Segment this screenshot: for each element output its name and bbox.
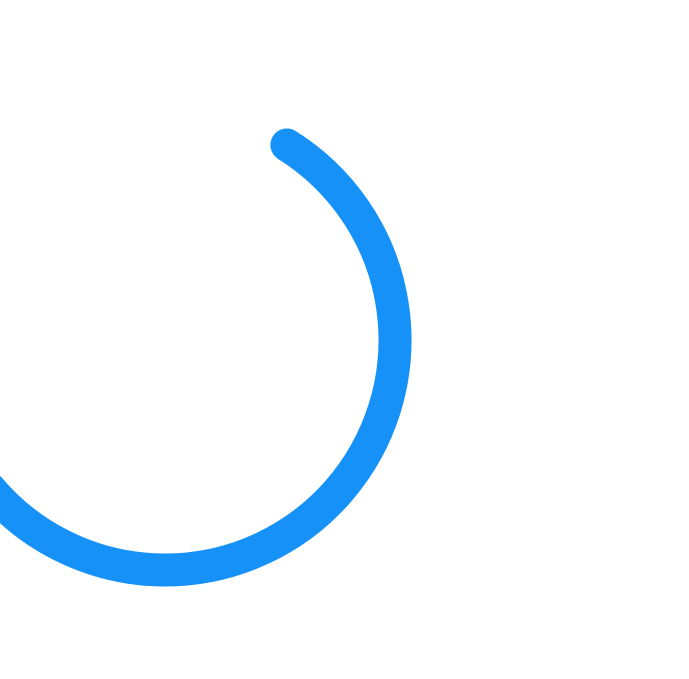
spinner-arc bbox=[0, 128, 412, 587]
loading-screen bbox=[0, 0, 689, 679]
loading-spinner-icon bbox=[0, 128, 412, 587]
